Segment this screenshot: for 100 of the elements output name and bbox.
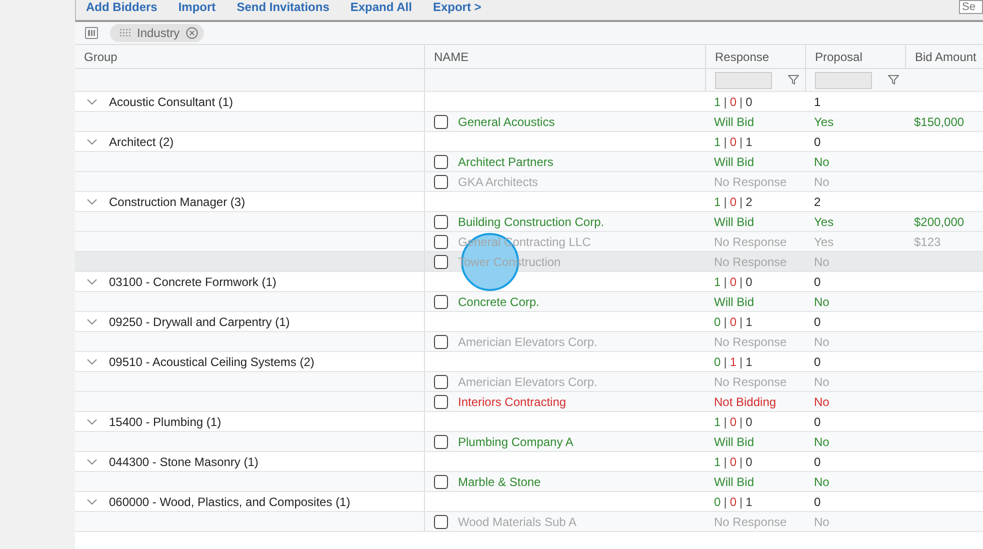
bidder-row[interactable]: Americian Elevators Corp. No Response No [75, 332, 983, 352]
checkbox[interactable] [434, 474, 448, 488]
chevron-down-icon[interactable] [87, 498, 97, 504]
chip-label: Industry [137, 26, 180, 40]
bidder-row[interactable]: Wood Materials Sub A No Response No [75, 512, 983, 532]
checkbox[interactable] [434, 374, 448, 388]
bidder-row[interactable]: General Acoustics Will Bid Yes $150,000 [75, 112, 983, 132]
proposal-status: No [814, 334, 830, 348]
filter-field[interactable] [715, 72, 772, 88]
response-counts: 1 | 0 | 1 [714, 134, 752, 148]
bidder-name: Plumbing Company A [458, 434, 574, 448]
columns-icon[interactable] [85, 27, 98, 39]
bidder-row[interactable]: Americian Elevators Corp. No Response No [75, 372, 983, 392]
bidder-row[interactable]: Architect Partners Will Bid No [75, 152, 983, 172]
response-counts: 1 | 0 | 0 [714, 94, 752, 108]
response-status: Will Bid [714, 474, 754, 488]
bidder-name: Wood Materials Sub A [458, 514, 577, 528]
proposal-count: 0 [814, 134, 821, 148]
proposal-count: 0 [814, 354, 821, 368]
filter-icon[interactable] [888, 75, 899, 85]
group-chip[interactable]: Industry [110, 24, 204, 42]
column-header[interactable]: Group [75, 45, 425, 68]
bidder-name: Americian Elevators Corp. [458, 374, 598, 388]
toolbar-link[interactable]: Add Bidders [86, 0, 158, 14]
chevron-down-icon[interactable] [87, 358, 97, 364]
column-header[interactable]: NAME [425, 45, 705, 68]
checkbox[interactable] [434, 214, 448, 228]
checkbox[interactable] [434, 234, 448, 248]
drag-icon [120, 29, 131, 37]
bidder-name: General Acoustics [458, 114, 555, 128]
checkbox[interactable] [434, 294, 448, 308]
response-status: Will Bid [714, 214, 754, 228]
chevron-down-icon[interactable] [87, 318, 97, 324]
bid-amount: $200,000 [914, 214, 964, 228]
chevron-down-icon[interactable] [87, 198, 97, 204]
response-counts: 1 | 0 | 0 [714, 414, 752, 428]
response-counts: 0 | 0 | 1 [714, 314, 752, 328]
response-counts: 0 | 0 | 1 [714, 494, 752, 508]
bidder-row[interactable]: Interiors Contracting Not Bidding No [75, 392, 983, 412]
response-status: Will Bid [714, 434, 754, 448]
response-status: No Response [714, 234, 787, 248]
proposal-status: No [814, 374, 830, 388]
proposal-status: No [814, 254, 830, 268]
group-label: Construction Manager (3) [109, 194, 246, 208]
toolbar-link[interactable]: Send Invitations [236, 0, 330, 14]
toolbar-link[interactable]: Export > [432, 0, 482, 14]
group-label: 044300 - Stone Masonry (1) [109, 454, 258, 468]
remove-icon[interactable] [186, 27, 198, 39]
column-header[interactable]: Proposal [805, 45, 905, 68]
response-status: Not Bidding [714, 394, 776, 408]
bidder-row[interactable]: GKA Architects No Response No [75, 172, 983, 192]
chevron-down-icon[interactable] [87, 138, 97, 144]
checkbox[interactable] [434, 254, 448, 268]
bidder-row[interactable]: Building Construction Corp. Will Bid Yes $200,000 [75, 212, 983, 232]
column-header[interactable]: Bid Amount [905, 45, 983, 68]
group-label: 15400 - Plumbing (1) [109, 414, 222, 428]
proposal-status: Yes [814, 234, 834, 248]
bidder-name: Concrete Corp. [458, 294, 540, 308]
checkbox[interactable] [434, 434, 448, 448]
response-status: No Response [714, 514, 787, 528]
bidder-row[interactable]: Plumbing Company A Will Bid No [75, 432, 983, 452]
toolbar-link[interactable]: Import [178, 0, 216, 14]
proposal-count: 1 [814, 94, 821, 108]
response-status: No Response [714, 254, 787, 268]
search-field[interactable]: Se [959, 0, 983, 14]
column-header[interactable]: Response [705, 45, 805, 68]
proposal-status: No [814, 474, 830, 488]
checkbox[interactable] [434, 174, 448, 188]
response-status: Will Bid [714, 154, 754, 168]
response-status: No Response [714, 334, 787, 348]
checkbox[interactable] [434, 154, 448, 168]
bid-amount: $150,000 [914, 114, 964, 128]
proposal-count: 0 [814, 274, 821, 288]
chevron-down-icon[interactable] [87, 98, 97, 104]
proposal-status: No [814, 394, 830, 408]
proposal-status: No [814, 514, 830, 528]
chevron-down-icon[interactable] [87, 418, 97, 424]
bidder-name: Interiors Contracting [458, 394, 566, 408]
response-status: Will Bid [714, 294, 754, 308]
chevron-down-icon[interactable] [87, 458, 97, 464]
filter-field[interactable] [815, 72, 872, 88]
proposal-status: No [814, 154, 830, 168]
checkbox[interactable] [434, 514, 448, 528]
group-label: 09250 - Drywall and Carpentry (1) [109, 314, 290, 328]
checkbox[interactable] [434, 334, 448, 348]
checkbox[interactable] [434, 114, 448, 128]
response-counts: 1 | 0 | 2 [714, 194, 752, 208]
proposal-status: Yes [814, 214, 834, 228]
group-label: 060000 - Wood, Plastics, and Composites (1) [109, 494, 350, 508]
filter-icon[interactable] [788, 75, 799, 85]
group-label: Acoustic Consultant (1) [109, 94, 234, 108]
chevron-down-icon[interactable] [87, 278, 97, 284]
bidder-name: Architect Partners [458, 154, 554, 168]
response-status: No Response [714, 374, 787, 388]
response-counts: 0 | 1 | 1 [714, 354, 752, 368]
toolbar-link[interactable]: Expand All [350, 0, 412, 14]
checkbox[interactable] [434, 394, 448, 408]
bidder-row[interactable]: Concrete Corp. Will Bid No [75, 292, 983, 312]
bidder-row[interactable]: Marble & Stone Will Bid No [75, 472, 983, 492]
proposal-count: 0 [814, 314, 821, 328]
